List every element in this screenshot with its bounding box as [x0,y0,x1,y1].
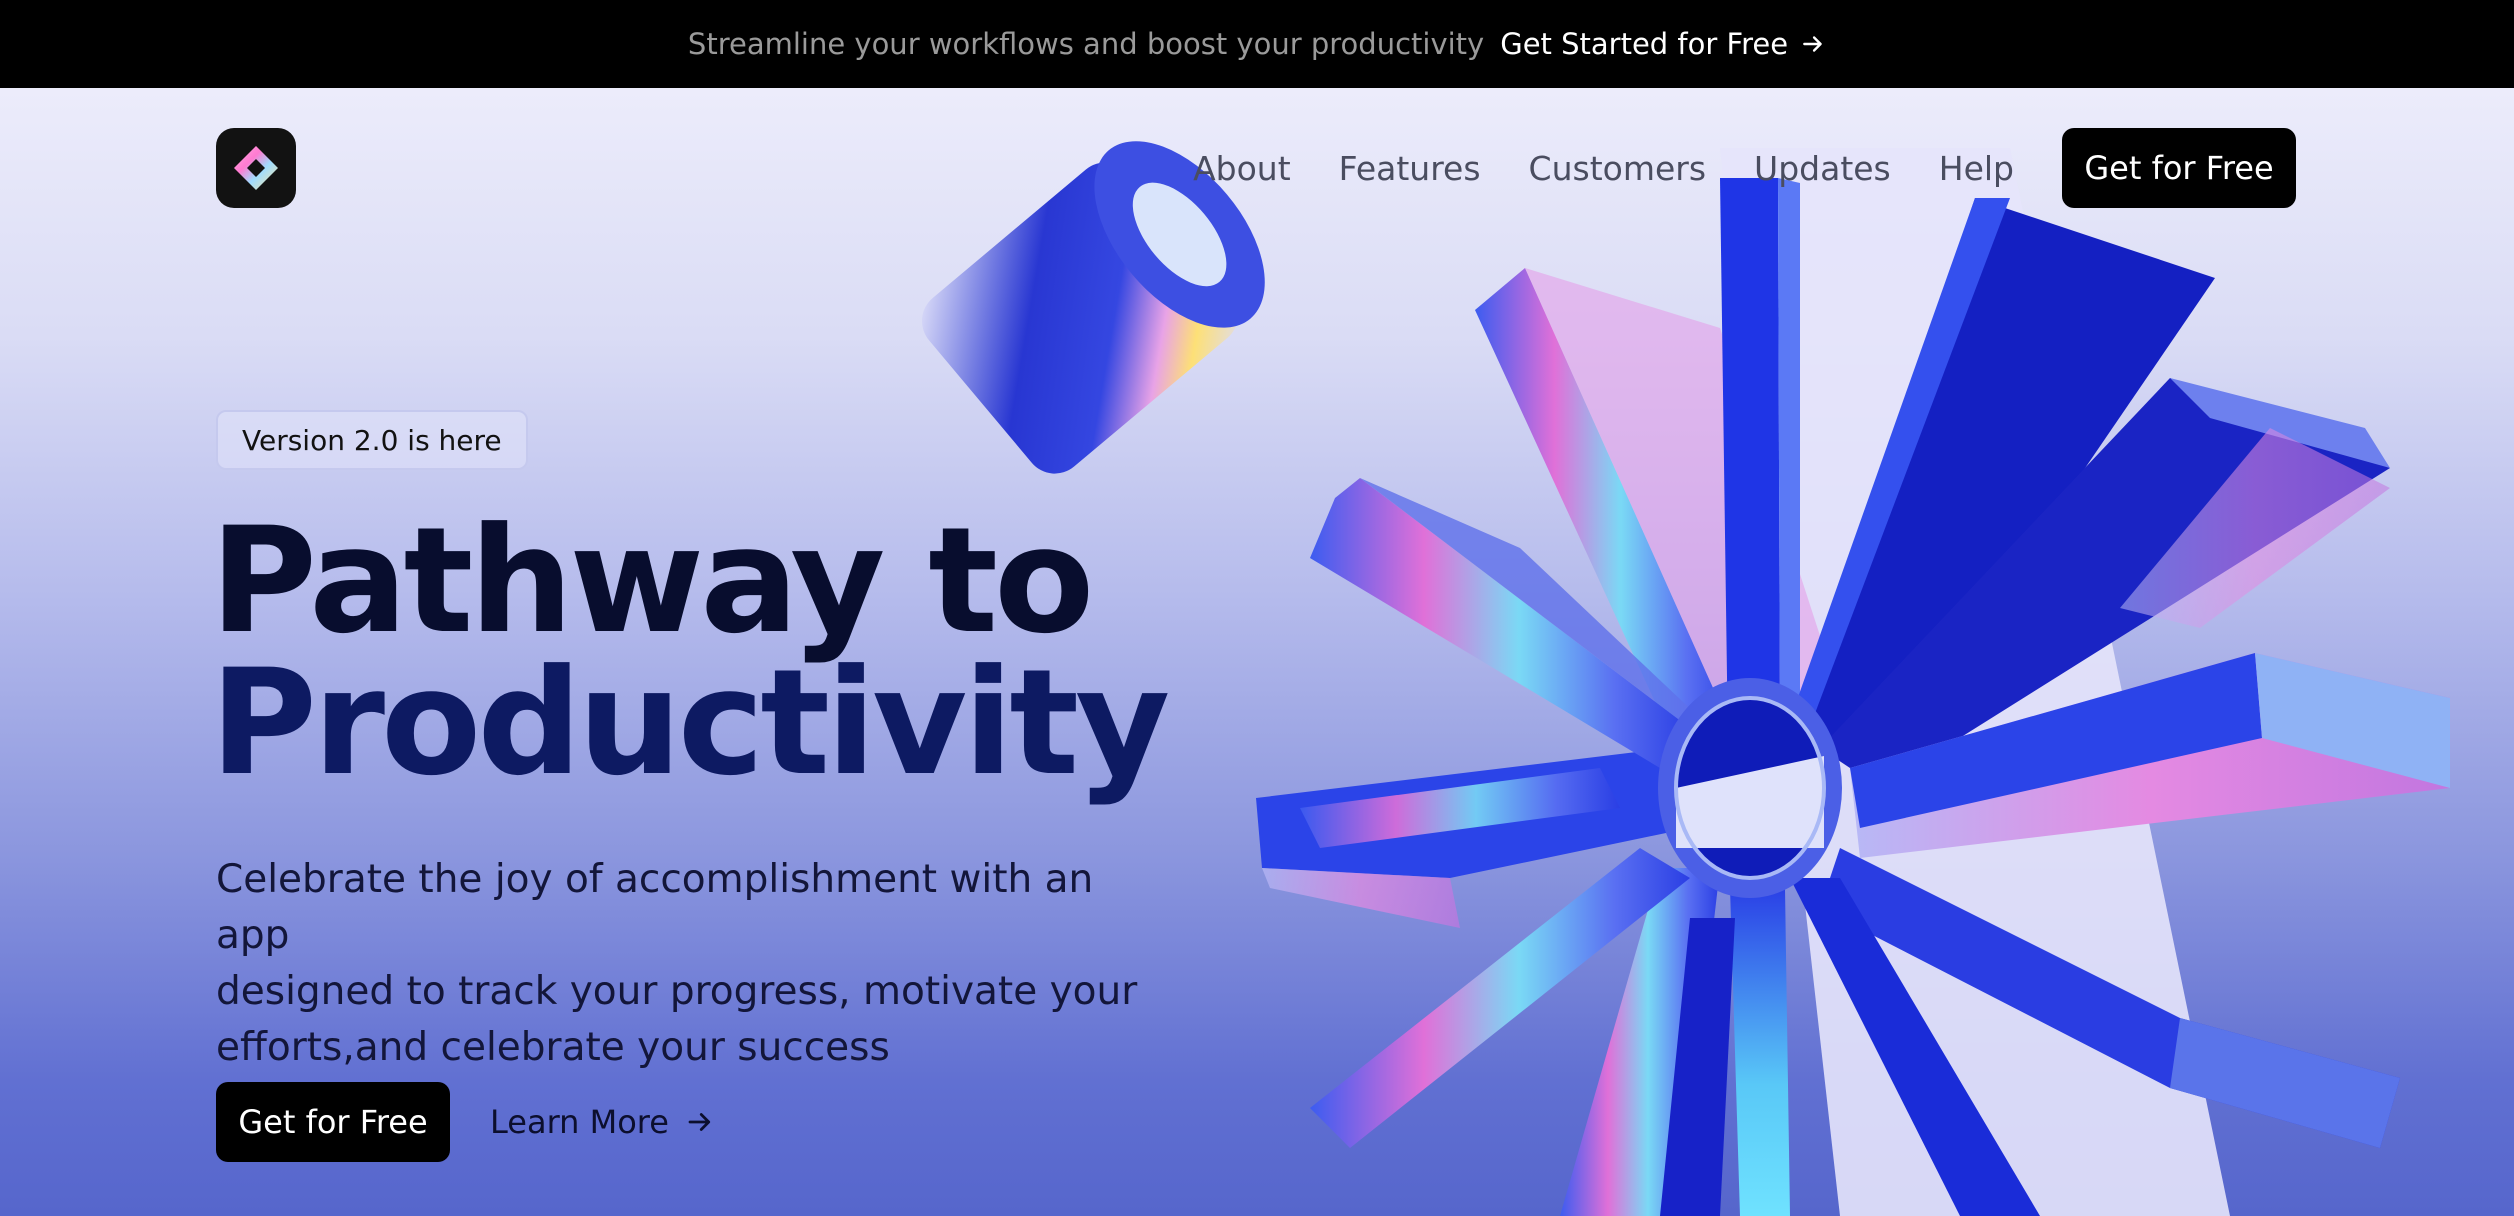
headline-line-1: Pathway to [210,496,1094,666]
main-nav: About Features Customers Updates Help Ge… [0,128,2514,208]
nav-link-help[interactable]: Help [1939,149,2014,188]
announcement-cta-label: Get Started for Free [1500,27,1789,61]
announcement-cta-link[interactable]: Get Started for Free [1500,27,1826,61]
nav-link-customers[interactable]: Customers [1529,149,1707,188]
hero-headline: Pathway to Productivity [210,496,1170,808]
diamond-logo-icon [234,146,278,190]
logo[interactable] [216,128,296,208]
nav-link-about[interactable]: About [1193,149,1291,188]
announcement-message: Streamline your workflows and boost your… [687,27,1485,61]
subtext-line-2: designed to track your progress, motivat… [216,969,1138,1014]
announcement-bar: Streamline your workflows and boost your… [0,0,2514,88]
learn-more-link[interactable]: Learn More [490,1082,715,1162]
subtext-line-1: Celebrate the joy of accomplishment with… [216,857,1094,958]
hero-section: Version 2.0 is here Pathway to Productiv… [0,88,2514,1216]
arrow-right-icon [688,1113,711,1131]
learn-more-label: Learn More [490,1103,669,1141]
arrow-right-icon [1803,36,1822,52]
subtext-line-3: efforts,and celebrate your success [216,1025,890,1070]
headline-line-2: Productivity [210,638,1170,808]
version-badge: Version 2.0 is here [216,410,528,470]
get-for-free-button[interactable]: Get for Free [216,1082,450,1162]
nav-link-features[interactable]: Features [1339,149,1481,188]
nav-link-updates[interactable]: Updates [1754,149,1891,188]
hero-subtext: Celebrate the joy of accomplishment with… [216,852,1146,1076]
nav-links: About Features Customers Updates Help [1193,128,2014,208]
nav-get-for-free-button[interactable]: Get for Free [2062,128,2296,208]
